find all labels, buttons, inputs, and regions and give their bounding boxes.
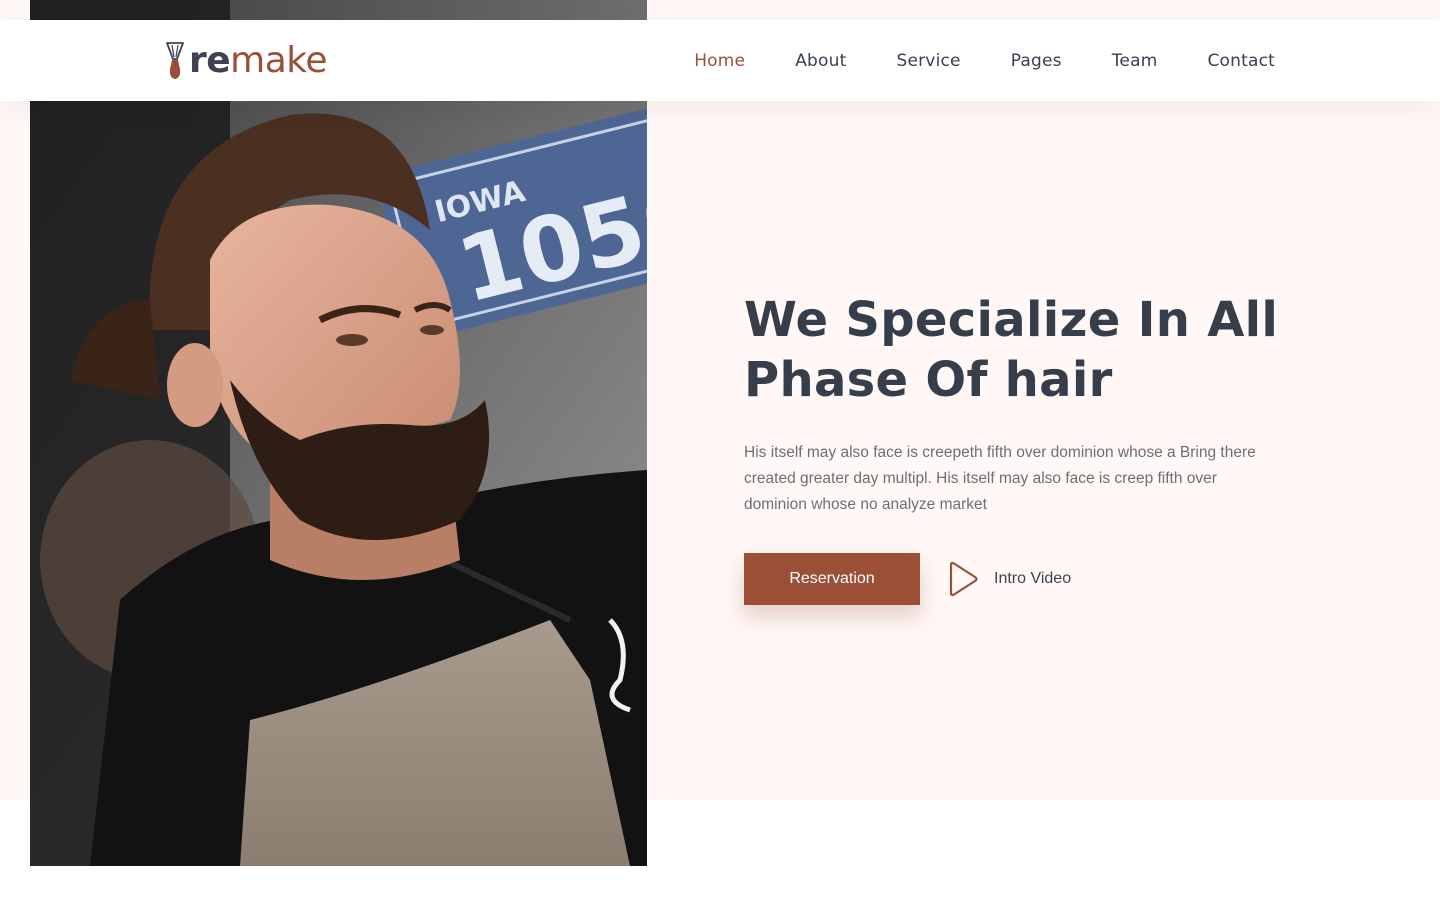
nav-item-about[interactable]: About xyxy=(795,51,846,71)
play-icon xyxy=(949,561,978,597)
hero-title-line-1: We Specialize In All xyxy=(744,292,1279,348)
nav-item-service[interactable]: Service xyxy=(896,51,960,71)
page: IOWA 1056 remake Home About Service Page… xyxy=(0,0,1440,900)
hero-title: We Specialize In All Phase Of hair xyxy=(744,290,1304,410)
hero-image: IOWA 1056 xyxy=(30,0,647,866)
nav-item-home[interactable]: Home xyxy=(694,51,745,71)
reservation-button[interactable]: Reservation xyxy=(744,553,920,605)
nav-item-pages[interactable]: Pages xyxy=(1011,51,1062,71)
logo-wordmark: remake xyxy=(189,40,328,81)
site-header: remake Home About Service Pages Team Con… xyxy=(0,20,1440,101)
intro-video-label: Intro Video xyxy=(994,570,1072,587)
hero-title-line-2: Phase Of hair xyxy=(744,352,1113,408)
nav-item-team[interactable]: Team xyxy=(1112,51,1158,71)
shaving-brush-icon xyxy=(166,42,184,79)
intro-video-link[interactable]: Intro Video xyxy=(946,560,1071,598)
hero-description: His itself may also face is creepeth fif… xyxy=(744,444,1256,513)
main-nav: Home About Service Pages Team Contact xyxy=(644,20,1275,101)
logo-text-light: make xyxy=(230,40,328,81)
nav-item-contact[interactable]: Contact xyxy=(1207,51,1275,71)
logo[interactable]: remake xyxy=(163,39,328,83)
logo-text-bold: re xyxy=(189,40,231,81)
